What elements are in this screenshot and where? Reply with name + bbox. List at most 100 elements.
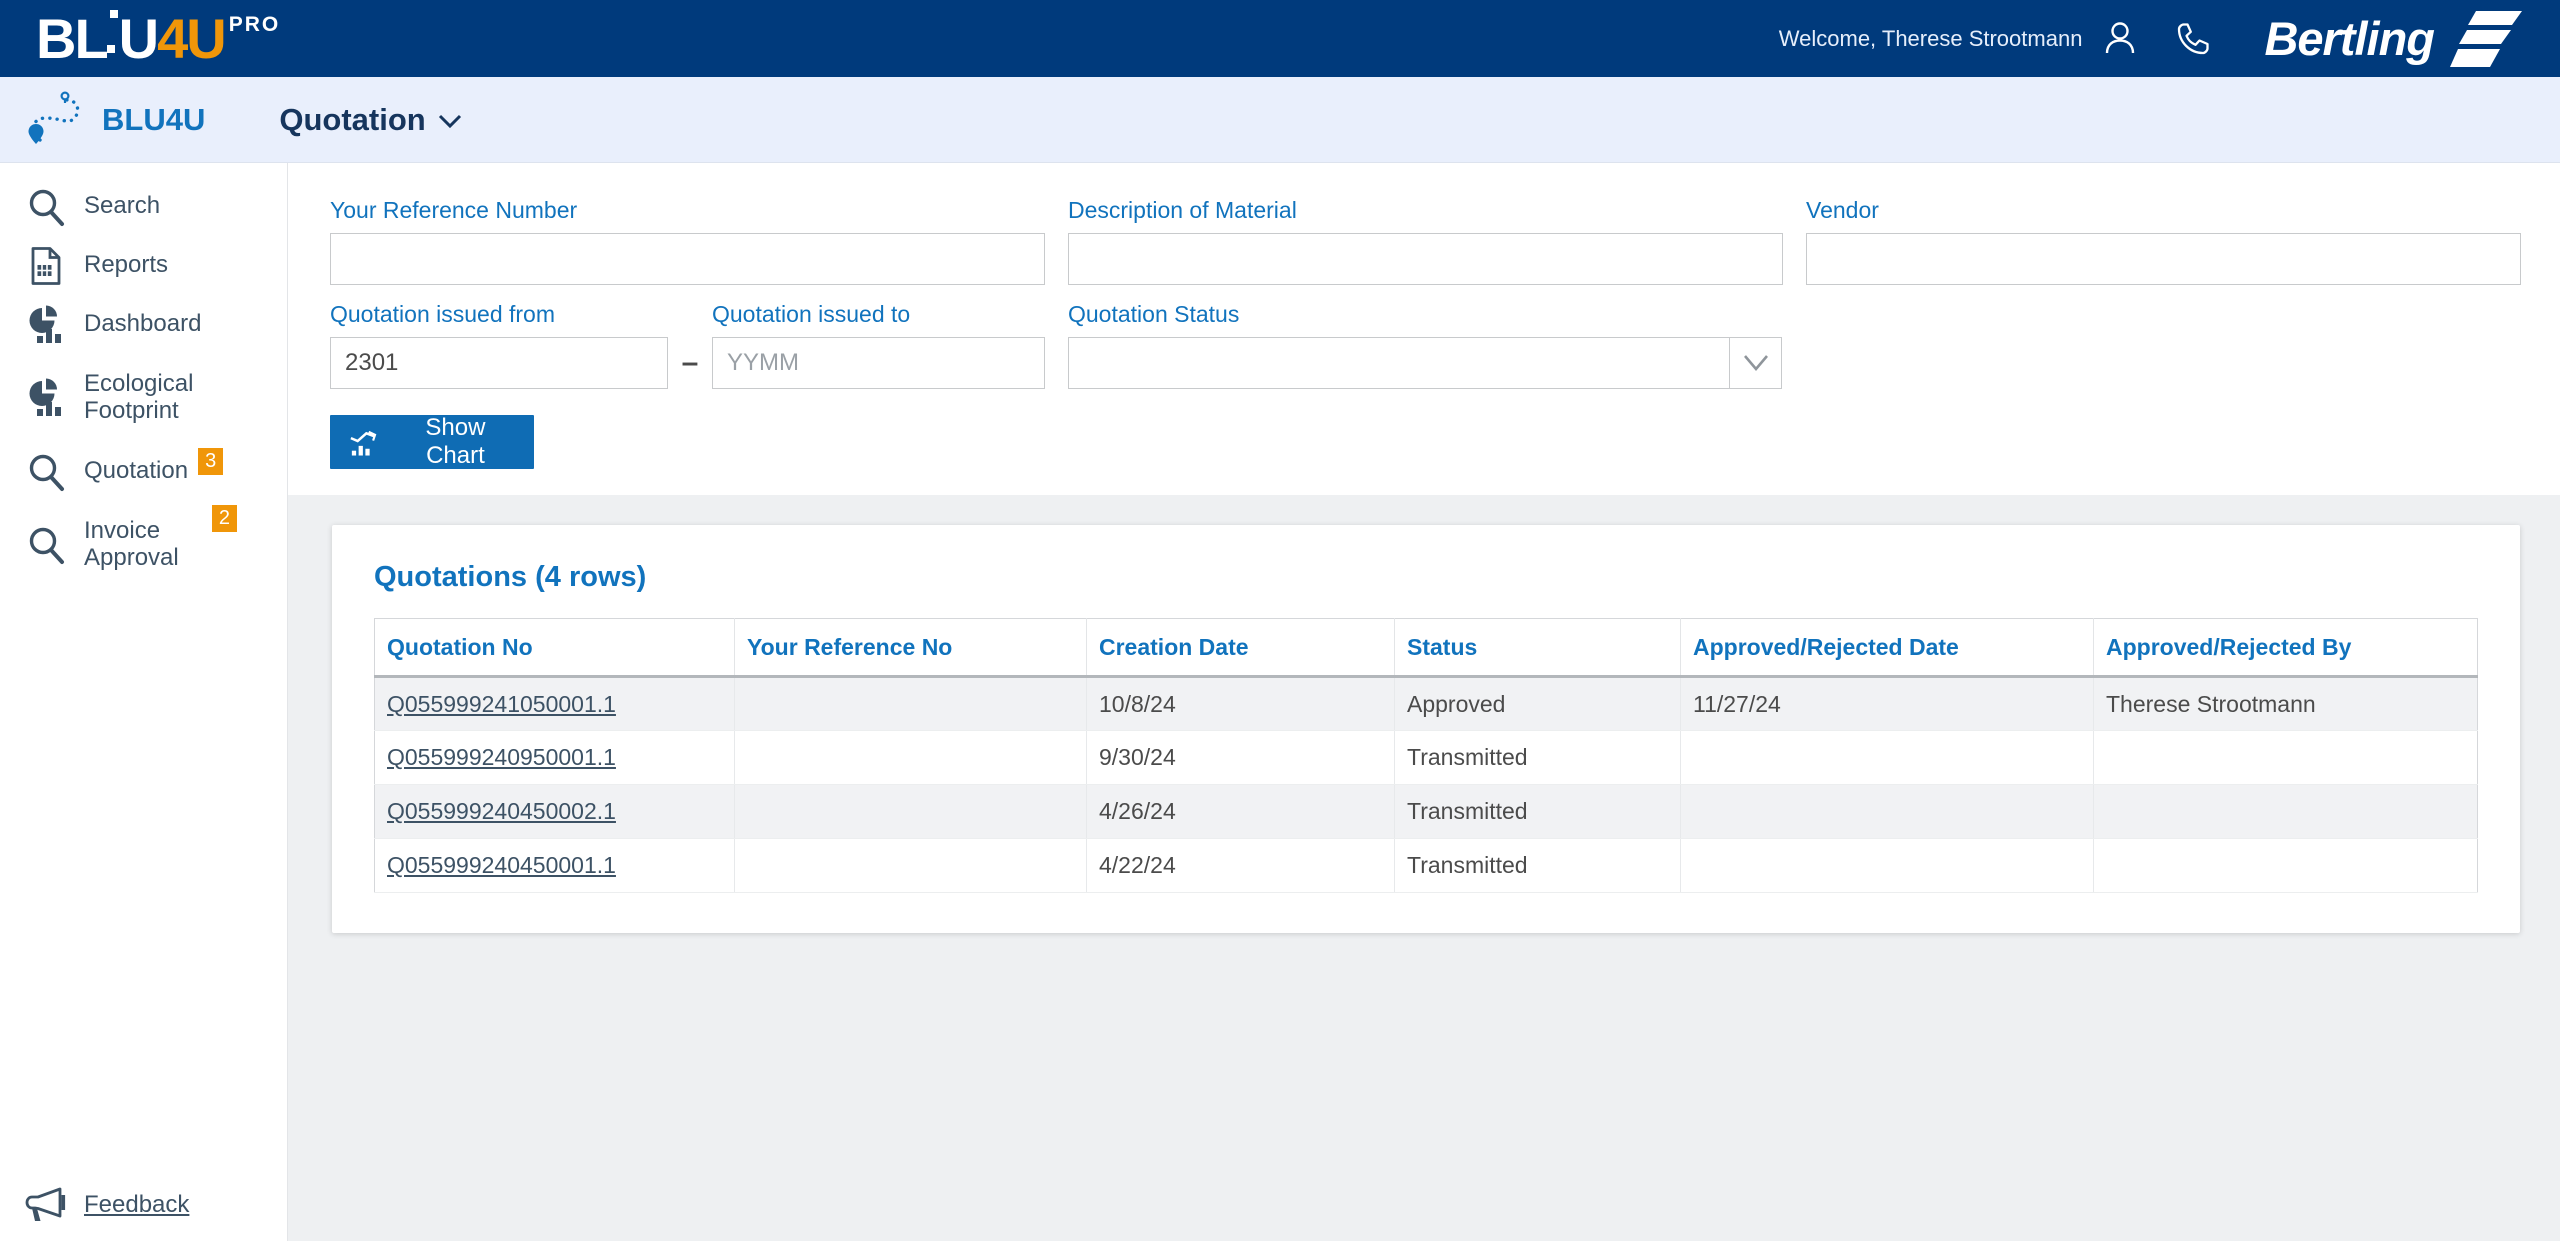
quotation-link[interactable]: Q055999241050001.1 — [387, 691, 616, 717]
table-cell-approved-rejected-date: 11/27/24 — [1680, 676, 2094, 731]
table-cell-approved-rejected-by — [2093, 838, 2478, 893]
app-name[interactable]: BLU4U — [102, 102, 205, 138]
pie-bar-chart-icon — [24, 377, 68, 419]
sidebar-item-search[interactable]: Search — [0, 177, 287, 236]
sidebar-item-invoice-approval[interactable]: Invoice Approval 2 — [0, 501, 287, 589]
megaphone-icon — [24, 1185, 68, 1225]
invoice-approval-count-badge: 2 — [211, 505, 237, 532]
sidebar-item-dashboard[interactable]: Dashboard — [0, 295, 287, 354]
dropdown-chevron-button[interactable] — [1729, 338, 1781, 388]
table-cell-quotation-no: Q055999240450001.1 — [374, 838, 735, 893]
quotation-status-input[interactable] — [1069, 338, 1729, 388]
vendor-field-group: Vendor — [1806, 197, 2521, 285]
table-cell-creation-date: 9/30/24 — [1086, 730, 1395, 785]
table-cell-status: Approved — [1394, 676, 1681, 731]
chevron-down-icon — [438, 114, 461, 129]
column-header[interactable]: Creation Date — [1086, 618, 1395, 678]
quotation-link[interactable]: Q055999240450001.1 — [387, 852, 616, 878]
sidebar: Search Reports Dashboard Ecological Foot… — [0, 163, 288, 1241]
table-cell-your-reference-no — [734, 676, 1087, 731]
table-cell-approved-rejected-date — [1680, 784, 2094, 839]
show-chart-button[interactable]: Show Chart — [330, 414, 534, 469]
issued-to-field-group: Quotation issued to — [712, 301, 1045, 389]
table-cell-status: Transmitted — [1394, 730, 1681, 785]
issued-from-input[interactable] — [330, 337, 668, 389]
filter-row-2: Quotation issued from – Quotation issued… — [330, 301, 2521, 389]
table-row: Q055999240950001.1 9/30/24 Transmitted — [374, 730, 2478, 785]
table-cell-approved-rejected-date — [1680, 730, 2094, 785]
reference-number-field-group: Your Reference Number — [330, 197, 1045, 285]
table-cell-quotation-no: Q055999240450002.1 — [374, 784, 735, 839]
logo-text-white: BL — [36, 6, 109, 70]
nav-quotation-label: Quotation — [279, 101, 426, 137]
sidebar-item-label: Reports — [84, 251, 169, 279]
vendor-input[interactable] — [1806, 233, 2521, 285]
issued-from-field-group: Quotation issued from — [330, 301, 668, 389]
column-header[interactable]: Your Reference No — [734, 618, 1087, 678]
quotations-table-header-row: Quotation No Your Reference No Creation Da… — [374, 618, 2478, 678]
chevron-down-icon — [1743, 355, 1768, 372]
date-range-separator: – — [681, 346, 699, 379]
welcome-text: Welcome, Therese Strootmann — [1778, 25, 2083, 51]
phone-icon[interactable] — [2174, 20, 2212, 58]
column-header[interactable]: Approved/Rejected Date — [1680, 618, 2094, 678]
bertling-flag-icon — [2450, 10, 2522, 67]
table-cell-creation-date: 4/26/24 — [1086, 784, 1395, 839]
column-header[interactable]: Approved/Rejected By — [2093, 618, 2478, 678]
table-row: Q055999241050001.1 10/8/24 Approved 11/27/2… — [374, 676, 2478, 731]
issued-to-input[interactable] — [712, 337, 1045, 389]
issued-to-label: Quotation issued to — [712, 301, 911, 327]
quotation-status-field-group: Quotation Status — [1068, 301, 1782, 389]
sidebar-item-reports[interactable]: Reports — [0, 236, 287, 295]
logo-text-white-u: U — [118, 6, 159, 70]
issued-from-label: Quotation issued from — [330, 301, 556, 327]
column-header[interactable]: Quotation No — [374, 618, 735, 678]
route-map-pin-icon — [28, 90, 80, 144]
pie-bar-chart-icon — [24, 304, 68, 346]
material-description-label: Description of Material — [1068, 197, 1297, 223]
table-cell-approved-rejected-by — [2093, 730, 2478, 785]
table-cell-status: Transmitted — [1394, 784, 1681, 839]
sub-header: BLU4U Quotation — [0, 77, 2560, 163]
user-icon[interactable] — [2100, 19, 2140, 59]
table-cell-status: Transmitted — [1394, 838, 1681, 893]
show-chart-label: Show Chart — [425, 414, 486, 469]
material-description-input[interactable] — [1068, 233, 1783, 285]
sidebar-item-label: Dashboard — [84, 310, 202, 338]
table-cell-your-reference-no — [734, 838, 1087, 893]
table-cell-approved-rejected-by: Therese Strootmann — [2093, 676, 2478, 731]
sidebar-item-label: Search — [84, 192, 161, 220]
filter-panel: Your Reference Number Description of Mat… — [288, 163, 2560, 495]
search-icon — [24, 524, 68, 566]
feedback-label: Feedback — [84, 1190, 190, 1218]
bertling-logo: Bertling — [2264, 9, 2522, 69]
sidebar-item-label: Invoice Approval — [84, 517, 179, 571]
quotations-title: Quotations (4 rows) — [374, 561, 647, 593]
feedback-link[interactable]: Feedback — [24, 1185, 189, 1225]
table-cell-quotation-no: Q055999241050001.1 — [374, 676, 735, 731]
sidebar-item-quotation[interactable]: Quotation 3 — [0, 442, 287, 501]
quotation-link[interactable]: Q055999240950001.1 — [387, 744, 616, 770]
blu4u-pro-logo[interactable]: BL U 4U PRO — [36, 6, 280, 70]
nav-quotation-dropdown[interactable]: Quotation — [279, 102, 461, 138]
sidebar-item-label: Ecological Footprint — [84, 370, 194, 424]
table-row: Q055999240450002.1 4/26/24 Transmitted — [374, 784, 2478, 839]
bertling-logo-text: Bertling — [2264, 12, 2435, 65]
search-icon — [24, 451, 68, 493]
sidebar-item-ecological-footprint[interactable]: Ecological Footprint — [0, 354, 287, 442]
topbar-right: Welcome, Therese Strootmann Bertling — [1779, 9, 2522, 69]
column-header[interactable]: Status — [1394, 618, 1681, 678]
report-document-icon — [24, 245, 68, 287]
table-cell-your-reference-no — [734, 784, 1087, 839]
table-cell-quotation-no: Q055999240950001.1 — [374, 730, 735, 785]
search-icon — [24, 186, 68, 228]
material-description-field-group: Description of Material — [1068, 197, 1783, 285]
quotation-status-dropdown[interactable] — [1068, 337, 1782, 389]
page-shell: Search Reports Dashboard Ecological Foot… — [0, 163, 2560, 1241]
vendor-label: Vendor — [1806, 197, 1879, 223]
top-bar: BL U 4U PRO Welcome, Therese Strootmann Be… — [0, 0, 2560, 77]
reference-number-input[interactable] — [330, 233, 1045, 285]
table-cell-creation-date: 4/22/24 — [1086, 838, 1395, 893]
quotations-table: Quotation No Your Reference No Creation Da… — [374, 618, 2478, 893]
quotation-link[interactable]: Q055999240450002.1 — [387, 798, 616, 824]
